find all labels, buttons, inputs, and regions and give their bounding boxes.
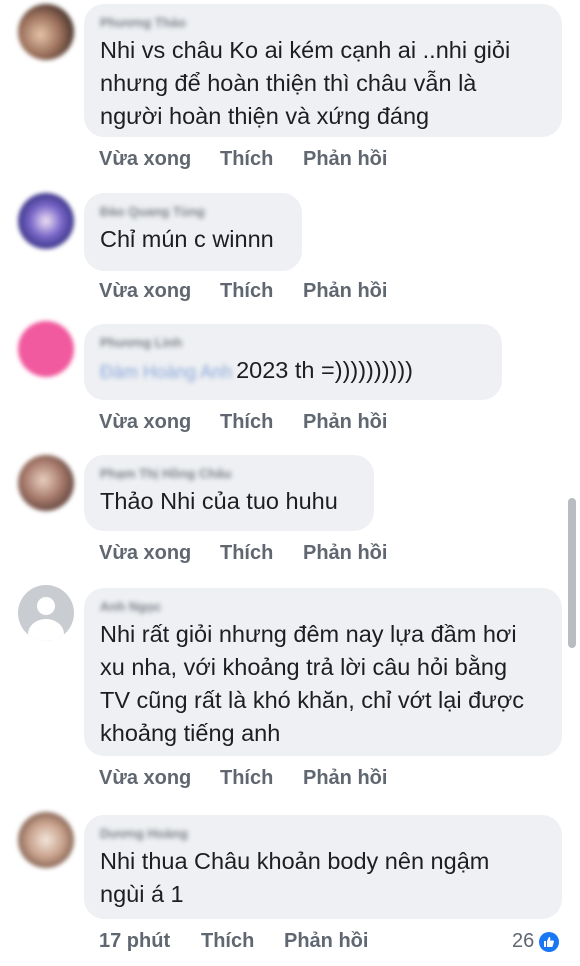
comment-text-body: 2023 th =)))))))))): [236, 357, 414, 383]
default-avatar-icon: [37, 597, 55, 615]
comment-author[interactable]: Dương Hoàng: [100, 826, 188, 841]
avatar[interactable]: [18, 585, 74, 641]
reply-button[interactable]: Phản hồi: [303, 411, 387, 434]
comment-time[interactable]: Vừa xong: [99, 280, 191, 303]
mention-tag[interactable]: Đàm Hoàng Anh: [100, 362, 232, 382]
comment-bubble: Phạm Thị Hồng Châu Thảo Nhi của tuo huhu: [84, 455, 374, 531]
like-button[interactable]: Thích: [220, 767, 273, 790]
like-button[interactable]: Thích: [220, 280, 273, 303]
comment-bubble: Dương Hoàng Nhi thua Châu khoản body nên…: [84, 815, 562, 919]
default-avatar-body: [28, 619, 64, 641]
comment-bubble: Phương Linh Đàm Hoàng Anh 2023 th =))))))…: [84, 324, 502, 400]
comment-bubble: Đào Quang Tùng Chỉ mún c winnn: [84, 193, 302, 271]
scrollbar[interactable]: [568, 498, 576, 648]
comment-text: Chỉ mún c winnn: [100, 226, 274, 252]
like-button[interactable]: Thích: [201, 930, 254, 953]
comment-text: Nhi vs châu Ko ai kém cạnh ai ..nhi giỏi…: [100, 37, 511, 129]
comment-text: Nhi rất giỏi nhưng đêm nay lựa đầm hơi x…: [100, 621, 525, 746]
comment-author[interactable]: Đào Quang Tùng: [100, 204, 205, 219]
avatar[interactable]: [18, 193, 74, 249]
reply-button[interactable]: Phản hồi: [303, 280, 387, 303]
comment-time[interactable]: Vừa xong: [99, 411, 191, 434]
comment-time[interactable]: Vừa xong: [99, 542, 191, 565]
avatar[interactable]: [18, 321, 74, 377]
comment-text: Thảo Nhi của tuo huhu: [100, 488, 338, 514]
reply-button[interactable]: Phản hồi: [284, 930, 368, 953]
avatar[interactable]: [18, 455, 74, 511]
like-button[interactable]: Thích: [220, 411, 273, 434]
avatar[interactable]: [18, 4, 74, 60]
reaction-summary[interactable]: 26: [512, 930, 560, 953]
reply-button[interactable]: Phản hồi: [303, 148, 387, 171]
comment-time[interactable]: 17 phút: [99, 930, 170, 953]
comment-author[interactable]: Anh Ngọc: [100, 599, 161, 614]
reply-button[interactable]: Phản hồi: [303, 542, 387, 565]
thumbs-up-icon: [539, 931, 560, 952]
comment-author[interactable]: Phạm Thị Hồng Châu: [100, 466, 231, 481]
comment-bubble: Anh Ngọc Nhi rất giỏi nhưng đêm nay lựa …: [84, 588, 562, 756]
comment-bubble: Phương Thảo Nhi vs châu Ko ai kém cạnh a…: [84, 4, 562, 137]
comment-text: Đàm Hoàng Anh 2023 th =)))))))))): [100, 354, 486, 389]
like-button[interactable]: Thích: [220, 148, 273, 171]
reply-button[interactable]: Phản hồi: [303, 767, 387, 790]
comment-author[interactable]: Phương Linh: [100, 335, 182, 350]
comment-time[interactable]: Vừa xong: [99, 148, 191, 171]
like-button[interactable]: Thích: [220, 542, 273, 565]
comment-time[interactable]: Vừa xong: [99, 767, 191, 790]
thumbs-up-glyph: [544, 936, 555, 947]
avatar[interactable]: [18, 812, 74, 868]
comment-text: Nhi thua Châu khoản body nên ngậm ngùi á…: [100, 848, 490, 907]
comment-author[interactable]: Phương Thảo: [100, 15, 186, 30]
reaction-count: 26: [512, 930, 535, 952]
